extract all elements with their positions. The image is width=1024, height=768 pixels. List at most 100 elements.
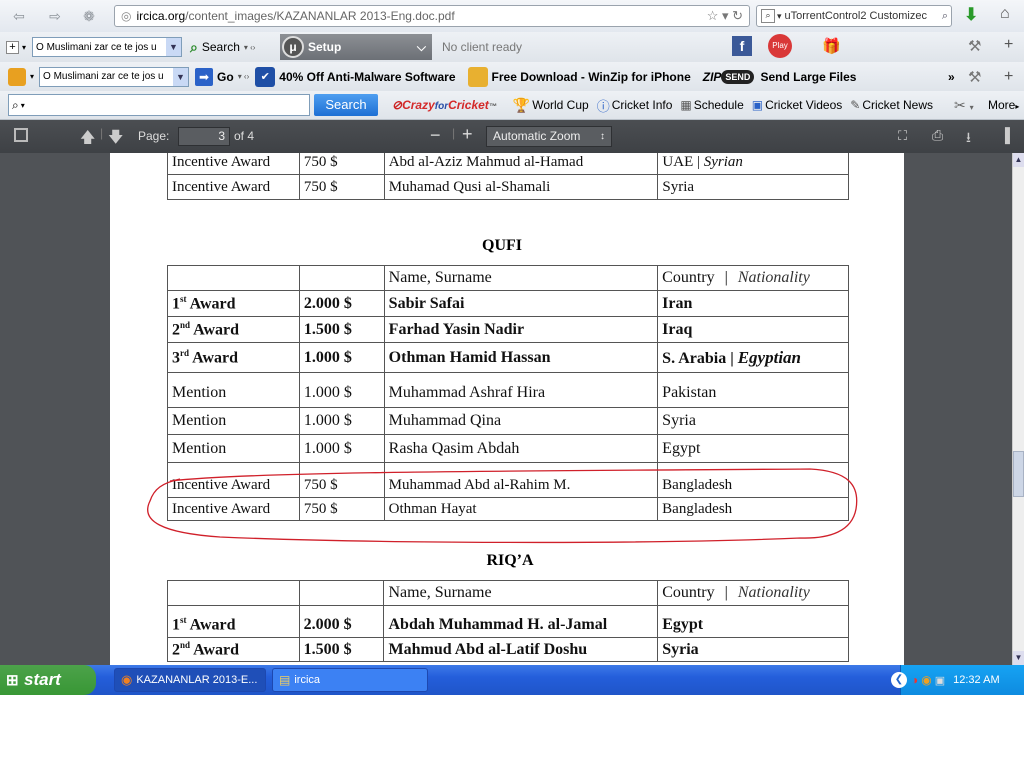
toolbar-dropdown[interactable]: O Muslimani zar ce te jos u ▼ — [32, 37, 183, 57]
back-icon[interactable]: ⇦ — [8, 8, 30, 25]
link-cricket-news[interactable]: Cricket News — [862, 98, 933, 112]
tools-icon[interactable]: ✂ ▾ — [954, 97, 974, 114]
page-total: of 4 — [234, 129, 255, 143]
toolbar-utorrent: + ▾ O Muslimani zar ce te jos u ▼ ⌕ Searc… — [0, 32, 1024, 62]
firefox-icon: ◉ — [121, 672, 133, 687]
more-menu[interactable]: More▸ — [988, 98, 1019, 112]
trophy-icon: 🏆 — [512, 96, 531, 113]
tray-app-icon[interactable]: ◑ — [911, 673, 918, 687]
status-text: No client ready — [442, 40, 523, 54]
task-folder-ircica[interactable]: ▤ ircica — [272, 668, 428, 692]
next-page-icon[interactable]: 🡇 — [108, 127, 123, 152]
add-icon[interactable]: + — [6, 40, 19, 54]
table-row: Incentive Award 750 $ Abd al-Aziz Mahmud… — [167, 153, 849, 175]
chevron-down-icon: ▼ — [173, 67, 189, 86]
search-box[interactable]: ⌕ ▾ uTorrentControl2 Customizec ⌕ — [756, 5, 952, 27]
search-engine-icon[interactable]: ⌕ — [761, 9, 775, 23]
utorrent-logo-icon: μ — [282, 36, 304, 58]
facebook-icon[interactable]: f — [732, 36, 752, 56]
tray-chrome-icon[interactable]: ◉ — [921, 673, 931, 687]
task-firefox-pdf[interactable]: ◉ KAZANANLAR 2013-E... — [114, 668, 266, 692]
screen: ⇦ ⇨ ❁ ◎ ircica.org/content_images/KAZANA… — [0, 0, 1024, 768]
wrench-icon[interactable]: ⚒ — [968, 37, 981, 55]
toolbar-search-button[interactable]: Search — [202, 40, 240, 54]
previous-section-table: Incentive Award 750 $ Abd al-Aziz Mahmud… — [167, 153, 849, 200]
section-title-riqa: RIQ’A — [486, 552, 534, 569]
table-row: 3rd Award 1.000 $ Othman Hamid Hassan S.… — [167, 342, 849, 373]
scroll-thumb[interactable] — [1013, 451, 1024, 497]
bookmark-star-icon[interactable]: ☆ ▾ ↻ — [707, 8, 743, 24]
toolbar-cricket: ⌕ ▾ Search ⊘CrazyforCricket™ 🏆 World Cup… — [0, 91, 1024, 120]
home-icon[interactable]: ⌂ — [1000, 5, 1010, 23]
toolbar-links: ▾ O Muslimani zar ce te jos u ▼ ➡ Go ▾ ‹›… — [0, 62, 1024, 91]
url-host: ircica.org — [136, 9, 186, 23]
print-icon[interactable]: ⎙ — [932, 127, 943, 144]
vertical-scrollbar[interactable]: ▲ ▼ — [1012, 153, 1024, 665]
site-identity-icon[interactable]: ◎ — [121, 9, 131, 23]
search-icon[interactable]: ⌕ — [190, 39, 198, 56]
add-toolbar-icon[interactable]: + — [1004, 36, 1013, 54]
clock: 12:32 AM — [953, 674, 1000, 686]
cricket-search-button[interactable]: Search — [314, 94, 378, 116]
wrench-icon[interactable]: ⚒ — [968, 68, 981, 86]
windows-logo-icon: ⊞ — [6, 672, 19, 689]
chevron-down-icon: ▼ — [166, 38, 182, 56]
address-bar[interactable]: ◎ ircica.org/content_images/KAZANANLAR 2… — [114, 5, 750, 27]
tray-expand-icon[interactable]: ❮ — [891, 672, 907, 688]
start-button[interactable]: ⊞ start — [0, 665, 96, 695]
monitor-icon: ▣ — [751, 98, 764, 112]
chevron-down-icon: ⌵ — [416, 39, 426, 54]
link-schedule[interactable]: Schedule — [694, 98, 744, 112]
toolbar2-dropdown[interactable]: O Muslimani zar ce te jos u ▼ — [39, 66, 190, 87]
zoom-select[interactable]: Automatic Zoom ↕ — [486, 126, 612, 147]
malware-icon: ✔ — [255, 66, 276, 87]
info-icon: ⓘ — [596, 98, 610, 114]
search-go-icon[interactable]: ⌕ — [942, 10, 948, 23]
zoom-in-icon[interactable]: + — [462, 124, 473, 145]
table-row: Incentive Award 750 $ Muhamad Qusi al-Sh… — [167, 174, 849, 200]
table-row: Mention 1.000 $ Rasha Qasim Abdah Egypt — [167, 434, 849, 463]
link-anti-malware[interactable]: 40% Off Anti-Malware Software — [279, 70, 455, 84]
chevron-more-icon[interactable]: » — [948, 70, 955, 84]
forward-icon[interactable]: ⇨ — [44, 8, 66, 25]
link-cricket-info[interactable]: Cricket Info — [612, 98, 673, 112]
crazyforcricket-logo[interactable]: ⊘CrazyforCricket™ — [392, 98, 497, 112]
link-winzip[interactable]: Free Download - WinZip for iPhone — [492, 70, 691, 84]
search-engine-text: uTorrentControl2 Customizec — [784, 10, 927, 22]
go-button[interactable]: Go — [217, 70, 234, 84]
calendar-icon: ▦ — [680, 98, 692, 112]
link-cricket-videos[interactable]: Cricket Videos — [765, 98, 842, 112]
go-arrow-icon[interactable]: ➡ — [195, 67, 214, 86]
link-world-cup[interactable]: World Cup — [532, 98, 588, 112]
sidebar-toggle-icon[interactable] — [14, 128, 28, 142]
table-row: 1st Award 2.000 $ Abdah Muhammad H. al-J… — [167, 605, 849, 638]
setup-button[interactable]: μ Setup ⌵ — [280, 34, 432, 60]
add-toolbar-icon[interactable]: + — [1004, 68, 1013, 86]
scroll-down-icon[interactable]: ▼ — [1013, 651, 1024, 665]
toolbar-search-field[interactable]: ⌕ ▾ — [8, 94, 310, 116]
download-pdf-icon[interactable]: ⭳ — [966, 127, 971, 151]
link-send-large-files[interactable]: Send Large Files — [760, 70, 856, 84]
table-row: 2nd Award 1.500 $ Farhad Yasin Nadir Ira… — [167, 316, 849, 343]
previous-page-icon[interactable]: 🡅 — [80, 127, 95, 152]
url-path: /content_images/KAZANANLAR 2013-Eng.doc.… — [185, 9, 455, 23]
history-icon[interactable]: ❁ — [78, 8, 100, 25]
pdf-toolbar: 🡅 | 🡇 Page: 3 of 4 − | + Automatic Zoom ↕… — [0, 120, 1024, 153]
section-title-qufi: QUFI — [482, 237, 522, 254]
fullscreen-icon[interactable]: ⛶ — [898, 128, 907, 144]
download-icon[interactable]: ⬇ — [964, 5, 978, 25]
qufi-table: Name, Surname Country | Nationality 1st … — [167, 265, 849, 521]
play-videos-icon[interactable]: Play — [768, 34, 792, 58]
page-number-input[interactable]: 3 — [178, 127, 230, 146]
gift-icon[interactable]: 🎁 — [822, 37, 841, 55]
scroll-up-icon[interactable]: ▲ — [1013, 153, 1024, 167]
page-label: Page: — [138, 129, 170, 143]
zoom-out-icon[interactable]: − — [430, 125, 441, 146]
table-row: Incentive Award 750 $ Muhammad Abd al-Ra… — [167, 462, 849, 498]
bookmark-icon[interactable]: ▐ — [1000, 127, 1010, 143]
table-header-row: Name, Surname Country | Nationality — [167, 580, 849, 606]
tray-network-icon[interactable]: ▣ — [935, 674, 945, 687]
table-row: Incentive Award 750 $ Othman Hayat Bangl… — [167, 497, 849, 521]
pdf-viewer: Incentive Award 750 $ Abd al-Aziz Mahmud… — [0, 153, 1012, 665]
system-tray: ❮ ◑ ◉ ▣ 12:32 AM — [891, 665, 1024, 695]
